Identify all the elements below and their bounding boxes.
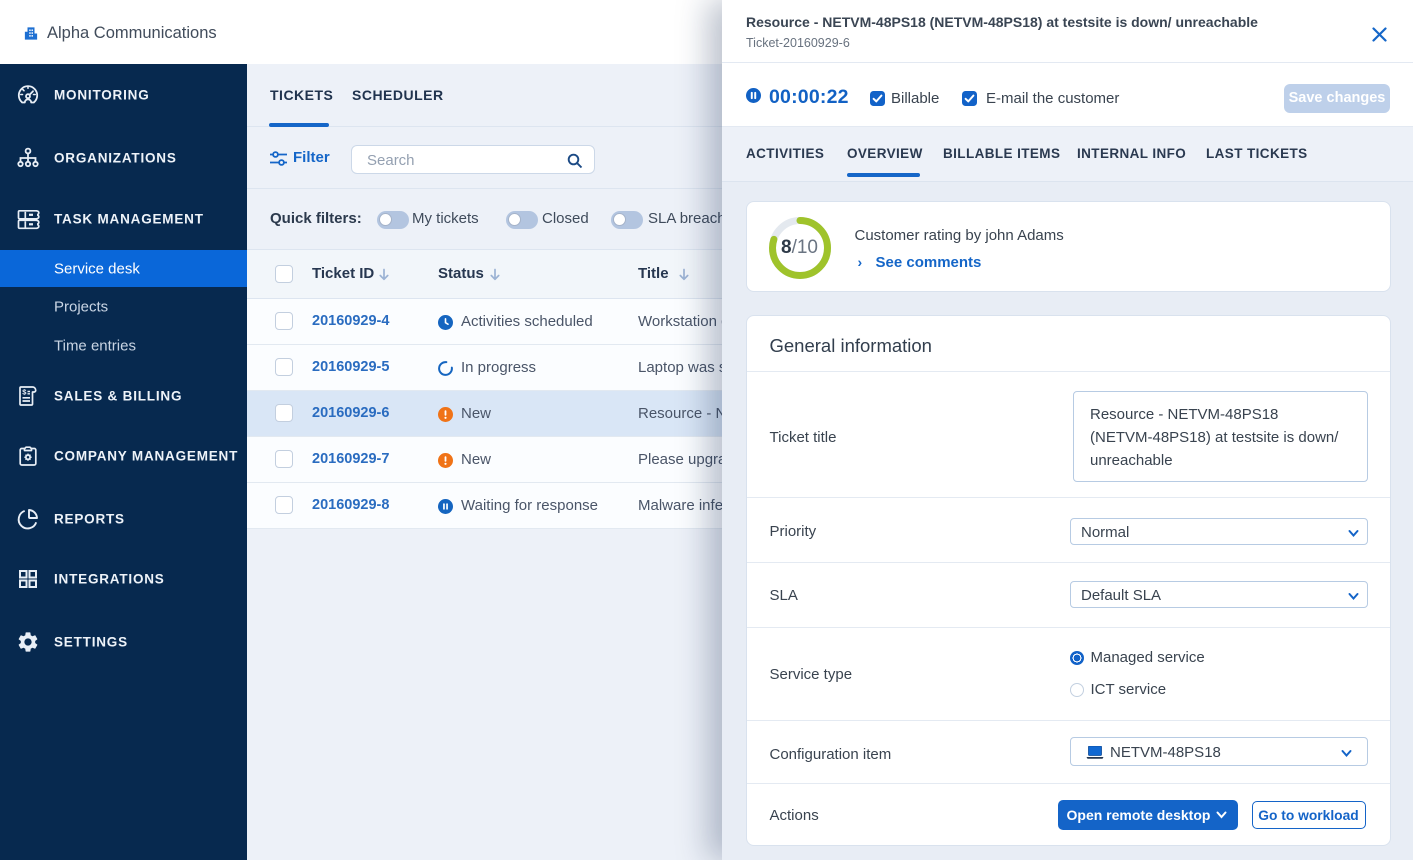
svg-text:$: $	[22, 387, 27, 396]
